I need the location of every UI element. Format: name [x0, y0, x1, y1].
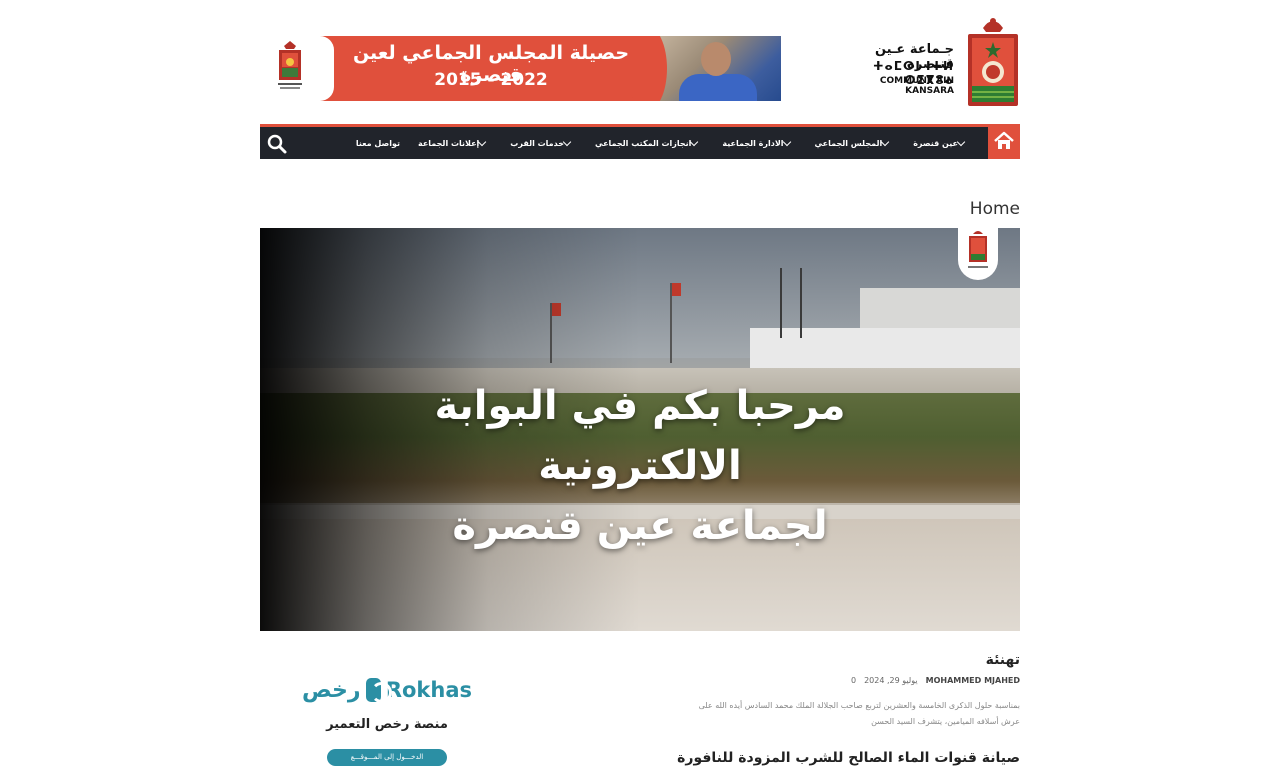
commune-crest-logo[interactable] — [966, 16, 1020, 108]
breadcrumb[interactable]: Home — [970, 199, 1020, 219]
hero-welcome-title: مرحبا بكم في البوابة الالكترونية لجماعة … — [340, 376, 940, 556]
post-title-link[interactable]: تهنئة — [986, 652, 1020, 668]
chevron-down-icon — [478, 137, 487, 146]
nav-item-council[interactable]: المجلس الجماعي — [806, 127, 905, 159]
post-meta: MOHAMMED MJAHED يوليو 29, 2024 0 — [851, 676, 1020, 685]
nav-item-label: تواصل معنا — [355, 138, 400, 148]
badge-crest-icon — [968, 231, 988, 268]
post-excerpt: بمناسبة حلول الذكرى الخامسة والعشرين لتر… — [698, 701, 1020, 726]
banner-edge — [320, 36, 334, 101]
post-author[interactable]: MOHAMMED MJAHED — [926, 676, 1020, 685]
photo-shirt — [679, 74, 757, 101]
nav-item-announcements[interactable]: إعلانات الجماعة — [409, 127, 501, 159]
rokhas-widget: رخص Rokhas منصة رخص التعمير الدخـــول إل… — [302, 676, 472, 766]
nav-item-achievements[interactable]: انجازات المكتب الجماعي — [586, 127, 713, 159]
post-date: يوليو 29, 2024 — [864, 676, 918, 685]
home-icon — [994, 131, 1014, 149]
hero-badge-logo — [958, 228, 998, 280]
nav-item-label: الادارة الجماعية — [722, 138, 784, 148]
small-crest-logo — [278, 41, 302, 89]
nav-home-button[interactable] — [988, 124, 1020, 159]
nav-menu: عين قنصرة المجلس الجماعي الادارة الجماعي… — [347, 127, 980, 159]
chevron-down-icon — [562, 137, 572, 146]
nav-item-services[interactable]: خدمات القرب — [501, 127, 586, 159]
nav-item-administration[interactable]: الادارة الجماعية — [713, 127, 805, 159]
rokhas-logo-icon — [365, 678, 393, 703]
nav-item-label: المجلس الجماعي — [814, 138, 883, 148]
chevron-down-icon — [690, 137, 699, 146]
nav-item-label: عين قنصرة — [913, 138, 958, 148]
chevron-down-icon — [956, 137, 966, 146]
hero-title-line1: مرحبا بكم في البوابة الالكترونية — [434, 383, 846, 489]
hero-slider[interactable]: مرحبا بكم في البوابة الالكترونية لجماعة … — [260, 228, 1020, 631]
nav-item-contact[interactable]: تواصل معنا — [347, 127, 409, 159]
nav-item-ain-kansara[interactable]: عين قنصرة — [904, 127, 980, 159]
chevron-down-icon — [880, 137, 890, 146]
commune-name-french: COMMUNE AIN KANSARA — [879, 76, 954, 96]
rokhas-latin-name: Rokhas — [385, 678, 472, 702]
photo-face — [701, 42, 731, 76]
main-navigation: عين قنصرة المجلس الجماعي الادارة الجماعي… — [260, 124, 1020, 159]
site-header: حصيلة المجلس الجماعي لعين قنصرة 2015 - 2… — [260, 14, 1020, 110]
banner-photo — [627, 36, 781, 101]
hero-title-line2: لجماعة عين قنصرة — [452, 503, 828, 549]
nav-item-label: انجازات المكتب الجماعي — [594, 138, 692, 148]
banner-years: 2015 - 2022 — [434, 70, 548, 90]
rokhas-subtitle: منصة رخص التعمير — [326, 717, 448, 732]
council-report-banner[interactable]: حصيلة المجلس الجماعي لعين قنصرة 2015 - 2… — [320, 36, 781, 101]
post-comments-count[interactable]: 0 — [851, 676, 856, 685]
post-title-link[interactable]: صيانة قنوات الماء الصالح للشرب المزودة ل… — [677, 750, 1020, 766]
rokhas-visit-button[interactable]: الدخـــول إلى المـــوقـــع — [327, 749, 447, 766]
nav-item-label: خدمات القرب — [510, 138, 564, 148]
nav-item-label: إعلانات الجماعة — [417, 138, 480, 148]
search-icon[interactable] — [264, 131, 290, 157]
rokhas-arabic-name: رخص — [302, 677, 361, 703]
rokhas-logo[interactable]: رخص Rokhas — [302, 676, 472, 704]
